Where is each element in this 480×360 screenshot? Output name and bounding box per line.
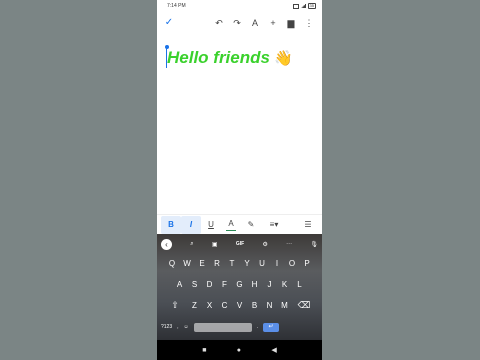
redo-icon[interactable]: ↷ [228, 12, 246, 34]
notification-icon [292, 3, 299, 9]
key-z[interactable]: Z [187, 298, 202, 313]
key-e[interactable]: E [195, 256, 210, 271]
status-icons: 35 [292, 3, 316, 9]
format-bar: B I U A ✎ ≡▾ ☰ [157, 214, 322, 234]
undo-icon[interactable]: ↶ [210, 12, 228, 34]
space-bar[interactable] [193, 322, 252, 332]
docs-toolbar: ✓ ↶ ↷ A + ▆ ⋮ [157, 12, 322, 34]
key-row-2: A S D F G H J K L [157, 277, 322, 292]
keyboard-toolbar: ‹ ⌕ ▣ GIF ⚙ ··· 🎙 [157, 236, 322, 252]
key-g[interactable]: G [232, 277, 247, 292]
comment-icon[interactable]: ▆ [282, 12, 300, 34]
more-options-button[interactable]: ⋮ [300, 12, 318, 34]
status-bar: 7:14 PM 35 [157, 0, 322, 12]
battery-icon: 35 [307, 3, 316, 9]
search-icon[interactable]: ⌕ [190, 241, 193, 248]
recents-button[interactable]: ■ [202, 347, 206, 354]
status-time: 7:14 PM [167, 3, 186, 9]
navigation-bar: ■ ● ◀ [157, 340, 322, 360]
more-icon[interactable]: ··· [286, 241, 292, 247]
key-x[interactable]: X [202, 298, 217, 313]
key-a[interactable]: A [172, 277, 187, 292]
key-t[interactable]: T [225, 256, 240, 271]
settings-icon[interactable]: ⚙ [262, 241, 267, 248]
list-icon[interactable]: ☰ [298, 216, 318, 234]
key-j[interactable]: J [262, 277, 277, 292]
check-icon[interactable]: ✓ [161, 12, 177, 34]
signal-icon [300, 4, 306, 8]
chevron-left-icon[interactable]: ‹ [161, 238, 172, 250]
key-row-3: ⇧ Z X C V B N M ⌫ [157, 298, 322, 313]
key-h[interactable]: H [247, 277, 262, 292]
comma-key[interactable]: , [177, 324, 178, 330]
text-format-button[interactable]: A [246, 12, 264, 34]
bold-button[interactable]: B [161, 215, 181, 234]
key-r[interactable]: R [210, 256, 225, 271]
key-c[interactable]: C [217, 298, 232, 313]
backspace-key[interactable]: ⌫ [292, 298, 316, 313]
symbols-key[interactable]: ?123 [161, 324, 172, 330]
key-l[interactable]: L [292, 277, 307, 292]
key-v[interactable]: V [232, 298, 247, 313]
key-w[interactable]: W [180, 256, 195, 271]
key-row-1: Q W E R T Y U I O P [157, 256, 322, 271]
text-color-button[interactable]: A [226, 218, 236, 231]
home-button[interactable]: ● [237, 347, 241, 354]
gif-button[interactable]: GIF [236, 241, 244, 247]
underline-button[interactable]: U [201, 216, 221, 234]
back-button[interactable]: ◀ [271, 346, 276, 354]
key-y[interactable]: Y [240, 256, 255, 271]
keyboard: ‹ ⌕ ▣ GIF ⚙ ··· 🎙 Q W E R T Y U I O P A … [157, 234, 322, 340]
key-q[interactable]: Q [165, 256, 180, 271]
document-body[interactable]: Hello friends 👋 [157, 34, 322, 212]
enter-key[interactable]: ↵ [263, 322, 280, 332]
period-key[interactable]: . [257, 324, 258, 330]
key-u[interactable]: U [255, 256, 270, 271]
key-m[interactable]: M [277, 298, 292, 313]
key-p[interactable]: P [300, 256, 315, 271]
shift-key[interactable]: ⇧ [163, 298, 187, 313]
key-i[interactable]: I [270, 256, 285, 271]
key-o[interactable]: O [285, 256, 300, 271]
key-d[interactable]: D [202, 277, 217, 292]
italic-button[interactable]: I [181, 215, 201, 234]
key-k[interactable]: K [277, 277, 292, 292]
document-text[interactable]: Hello friends 👋 [167, 48, 293, 69]
key-b[interactable]: B [247, 298, 262, 313]
waving-hand-emoji: 👋 [273, 50, 293, 67]
mic-icon[interactable]: 🎙 [310, 241, 318, 248]
key-s[interactable]: S [187, 277, 202, 292]
key-row-4: ?123 , ☺ . ↵ [157, 320, 322, 334]
insert-button[interactable]: + [264, 12, 282, 34]
emoji-icon[interactable]: ☺ [184, 324, 189, 330]
pen-icon[interactable]: ✎ [241, 216, 261, 234]
phone-screen: 7:14 PM 35 ✓ ↶ ↷ A + ▆ ⋮ Hello friends 👋 … [157, 0, 322, 360]
align-icon[interactable]: ≡▾ [261, 216, 287, 234]
key-n[interactable]: N [262, 298, 277, 313]
document-text-content: Hello friends [167, 48, 270, 67]
sticker-icon[interactable]: ▣ [212, 241, 218, 248]
key-f[interactable]: F [217, 277, 232, 292]
